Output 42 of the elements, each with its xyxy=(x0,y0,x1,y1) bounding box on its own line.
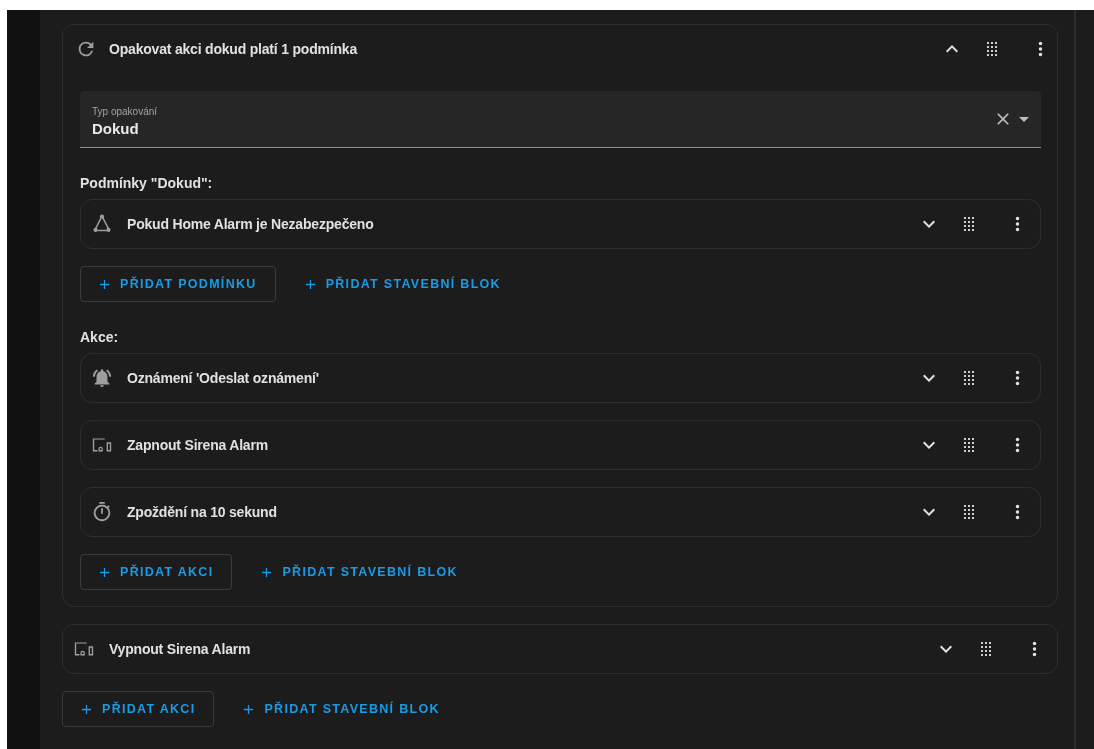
action-row[interactable]: Vypnout Sirena Alarm xyxy=(62,624,1058,674)
action-row[interactable]: Zpoždění na 10 sekund xyxy=(80,487,1041,537)
plus-icon xyxy=(99,566,110,578)
add-block-button[interactable]: PŘIDAT STAVEBNÍ BLOK xyxy=(224,691,459,727)
plus-icon xyxy=(304,278,316,290)
row-title: Zpoždění na 10 sekund xyxy=(127,504,278,520)
node-triangle-icon xyxy=(91,213,113,235)
more-menu-icon[interactable] xyxy=(1015,216,1020,232)
bell-icon xyxy=(91,367,113,389)
add-block-button[interactable]: PŘIDAT STAVEBNÍ BLOK xyxy=(242,554,477,590)
drag-handle-icon[interactable] xyxy=(963,437,975,453)
row-title: Zapnout Sirena Alarm xyxy=(127,437,269,453)
add-button[interactable]: PŘIDAT PODMÍNKU xyxy=(80,266,276,302)
section-heading: Akce: xyxy=(80,329,120,345)
timer-icon xyxy=(91,501,113,523)
add-button[interactable]: PŘIDAT AKCI xyxy=(62,691,215,727)
drag-handle-icon[interactable] xyxy=(980,641,992,657)
more-menu-icon[interactable] xyxy=(1038,41,1043,57)
action-row[interactable]: Zapnout Sirena Alarm xyxy=(80,420,1041,470)
plus-icon xyxy=(243,703,255,715)
more-menu-icon[interactable] xyxy=(1015,504,1020,520)
plus-icon xyxy=(261,566,273,578)
more-menu-icon[interactable] xyxy=(1015,437,1020,453)
drag-handle-icon[interactable] xyxy=(963,504,975,520)
row-title: Vypnout Sirena Alarm xyxy=(109,641,252,657)
drag-handle-icon[interactable] xyxy=(963,370,975,386)
action-row[interactable]: Oznámení 'Odeslat oznámení' xyxy=(80,353,1041,403)
drag-handle-icon[interactable] xyxy=(986,41,998,57)
more-menu-icon[interactable] xyxy=(1032,641,1037,657)
more-menu-icon[interactable] xyxy=(1015,370,1020,386)
action-row[interactable]: Pokud Home Alarm je Nezabezpečeno xyxy=(80,199,1041,249)
add-button[interactable]: PŘIDAT AKCI xyxy=(80,554,233,590)
dropdown-caret-icon[interactable] xyxy=(1019,116,1029,122)
row-title: Oznámení 'Odeslat oznámení' xyxy=(127,370,320,386)
card-title: Opakovat akci dokud platí 1 podmínka xyxy=(109,41,359,57)
add-block-button[interactable]: PŘIDAT STAVEBNÍ BLOK xyxy=(285,266,520,302)
row-title: Pokud Home Alarm je Nezabezpečeno xyxy=(127,216,375,232)
section-heading: Podmínky "Dokud": xyxy=(80,175,214,191)
plus-icon xyxy=(81,703,92,715)
repeat-type-select[interactable]: Typ opakování Dokud xyxy=(80,91,1041,148)
drag-handle-icon[interactable] xyxy=(963,216,975,232)
plus-icon xyxy=(99,278,110,290)
